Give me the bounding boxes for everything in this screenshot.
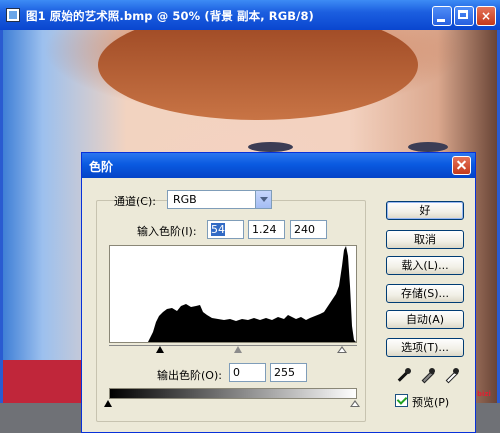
save-button[interactable]: 存储(S)... — [386, 284, 464, 303]
watermark-text: bizi — [477, 390, 491, 398]
preview-checkbox[interactable] — [395, 394, 408, 407]
photo-eye-right — [408, 142, 448, 152]
maximize-button[interactable] — [454, 6, 474, 26]
white-eyedropper-icon[interactable] — [442, 367, 462, 385]
black-eyedropper-icon[interactable] — [394, 367, 414, 385]
photo-red-clothing — [3, 360, 93, 403]
dialog-close-button[interactable] — [452, 156, 471, 175]
output-white-field[interactable]: 255 — [270, 363, 307, 382]
input-black-value: 54 — [211, 223, 225, 236]
channel-select[interactable]: RGB — [167, 190, 272, 209]
output-levels-label: 输出色阶(O): — [157, 369, 222, 382]
preview-label[interactable]: 预览(P) — [412, 394, 449, 410]
cancel-button[interactable]: 取消 — [386, 230, 464, 249]
output-black-field[interactable]: 0 — [229, 363, 266, 382]
input-black-field[interactable]: 54 — [207, 220, 244, 239]
minimize-button[interactable] — [432, 6, 452, 26]
load-button[interactable]: 载入(L)... — [386, 256, 464, 275]
document-titlebar[interactable]: 图1 原始的艺术照.bmp @ 50% (背景 副本, RGB/8) × — [0, 0, 500, 30]
photoshop-document-icon — [6, 8, 20, 22]
input-white-field[interactable]: 240 — [290, 220, 327, 239]
input-slider-track — [109, 345, 357, 346]
channel-select-value: RGB — [173, 193, 197, 206]
input-gamma-slider-handle[interactable] — [234, 346, 242, 353]
input-black-slider-handle[interactable] — [156, 346, 164, 353]
gray-eyedropper-icon[interactable] — [418, 367, 438, 385]
auto-button[interactable]: 自动(A) — [386, 310, 464, 329]
levels-dialog-titlebar[interactable]: 色阶 — [82, 153, 475, 178]
close-button[interactable]: × — [476, 6, 496, 26]
histogram-graph — [110, 246, 356, 342]
input-white-slider-handle[interactable] — [337, 346, 347, 353]
channel-label: 通道(C): — [114, 195, 156, 208]
histogram — [109, 245, 357, 343]
photo-hair-region — [98, 30, 418, 120]
output-black-slider-handle[interactable] — [104, 400, 112, 407]
levels-dialog-title: 色阶 — [89, 160, 114, 174]
output-white-slider-handle[interactable] — [350, 400, 360, 407]
document-title: 图1 原始的艺术照.bmp @ 50% (背景 副本, RGB/8) — [26, 9, 314, 23]
chevron-down-icon[interactable] — [255, 191, 271, 208]
options-button[interactable]: 选项(T)... — [386, 338, 464, 357]
levels-dialog: 色阶 通道(C): RGB 输入色阶(I): 54 1.24 240 输出色阶(… — [81, 152, 476, 433]
output-gradient-bar — [109, 388, 357, 399]
input-gamma-field[interactable]: 1.24 — [248, 220, 285, 239]
photo-eye-left — [248, 142, 293, 152]
input-levels-label: 输入色阶(I): — [137, 225, 197, 238]
ok-button[interactable]: 好 — [386, 201, 464, 220]
